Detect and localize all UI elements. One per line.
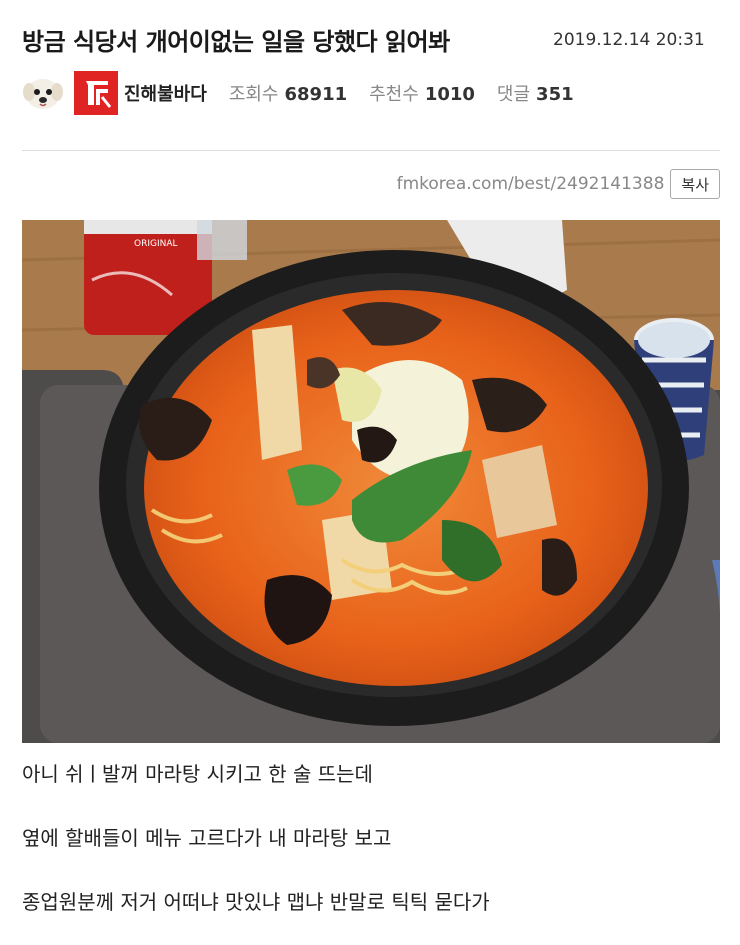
post-meta: 진해불바다 조회수 68911 추천수 1010 댓글 351 — [22, 71, 574, 115]
post-url-row: fmkorea.com/best/2492141388 복사 — [397, 169, 720, 199]
post-title: 방금 식당서 개어이없는 일을 당했다 읽어봐 — [22, 28, 450, 56]
body-line-2: 옆에 할배들이 메뉴 고르다가 내 마라탕 보고 — [22, 826, 392, 850]
view-count-value: 68911 — [284, 84, 348, 105]
can-text: ORIGINAL — [134, 239, 178, 249]
body-line-1: 아니 쉬ㅣ발꺼 마라탕 시키고 한 술 뜨는데 — [22, 762, 373, 786]
view-count-label: 조회수 — [228, 84, 279, 105]
comment-count[interactable]: 댓글 351 — [497, 80, 574, 106]
post-header: 방금 식당서 개어이없는 일을 당했다 읽어봐 2019.12.14 20:31… — [0, 0, 740, 150]
level-badge-icon — [74, 71, 118, 115]
recommend-count: 추천수 1010 — [369, 80, 475, 106]
view-count: 조회수 68911 — [229, 80, 347, 106]
post-datetime: 2019.12.14 20:31 — [553, 30, 705, 50]
malatang-photo-illustration: ORIGINAL — [22, 220, 720, 743]
comment-count-label: 댓글 — [496, 84, 531, 105]
dog-avatar-icon — [23, 79, 63, 109]
post-url[interactable]: fmkorea.com/best/2492141388 — [397, 174, 665, 194]
author-name[interactable]: 진해불바다 — [124, 80, 207, 106]
body-line-3: 종업원분께 저거 어떠냐 맛있냐 맵냐 반말로 틱틱 묻다가 — [22, 890, 490, 914]
recommend-count-value: 1010 — [424, 84, 475, 105]
copy-url-button[interactable]: 복사 — [670, 169, 720, 199]
post-photo: ORIGINAL — [22, 220, 720, 743]
header-divider — [22, 150, 720, 151]
comment-count-value: 351 — [536, 84, 574, 105]
recommend-count-label: 추천수 — [369, 84, 419, 105]
avatar[interactable] — [22, 72, 64, 114]
